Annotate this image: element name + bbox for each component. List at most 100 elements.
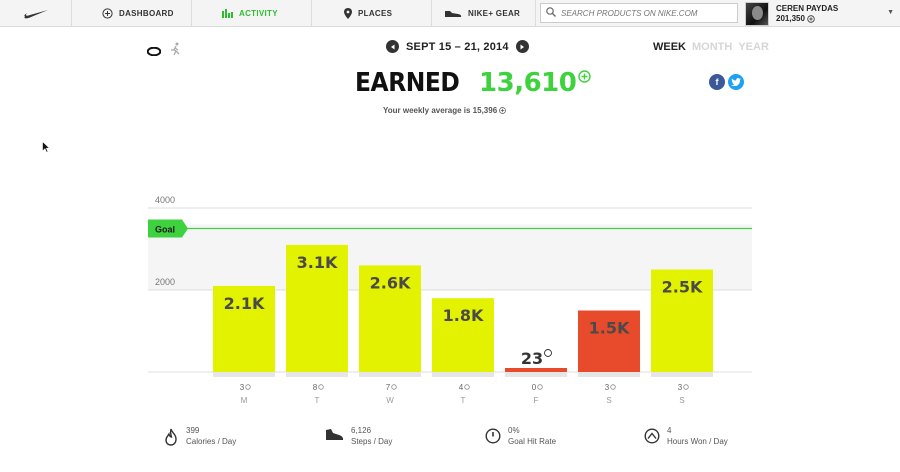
bar-shadow — [505, 372, 567, 377]
earned-value: 13,610 — [479, 68, 577, 98]
runner-icon — [171, 42, 180, 56]
earned-label: EARNED — [355, 68, 460, 98]
arrow-right-icon — [520, 44, 525, 49]
nav-places[interactable]: PLACES — [312, 0, 432, 27]
nav-activity[interactable]: ACTIVITY — [192, 0, 312, 27]
avatar[interactable] — [745, 1, 769, 26]
stat-value: 6,126 — [351, 426, 372, 435]
shoe-icon — [324, 428, 344, 447]
running-view-button[interactable] — [170, 42, 182, 61]
nav-dashboard[interactable]: DASHBOARD — [72, 0, 192, 27]
nav-gear[interactable]: NIKE+ GEAR — [432, 0, 536, 27]
bar-value-label: 23 — [521, 349, 543, 368]
stat-value: 399 — [186, 426, 200, 435]
bar-shadow — [651, 372, 713, 377]
fuel-plus-icon — [245, 384, 251, 390]
twitter-icon — [731, 78, 741, 86]
stats-row: 399 Calories / Day 6,126 Steps / Day 0% … — [0, 425, 900, 465]
social-share: f — [709, 74, 744, 90]
fuel-plus-icon — [464, 384, 470, 390]
bar-value-label: 1.5K — [589, 319, 630, 338]
stat-steps: 6,126 Steps / Day — [324, 425, 392, 447]
x-tick-label: S — [606, 396, 611, 405]
top-nav: DASHBOARD ACTIVITY PLACES NIKE+ GEAR CER… — [0, 0, 900, 27]
bar-value-label: 3.1K — [297, 253, 338, 272]
stat-goal-hit-rate: 0% Goal Hit Rate — [485, 425, 556, 449]
goal-label: Goal — [155, 225, 175, 235]
x-tick-label: W — [386, 396, 394, 405]
tab-month[interactable]: MONTH — [692, 41, 732, 53]
search-box[interactable] — [540, 3, 738, 23]
clock-icon — [485, 428, 501, 449]
flame-icon — [163, 428, 179, 451]
fuel-plus-icon — [544, 349, 552, 357]
bar-value-label: 2.6K — [370, 273, 411, 292]
bar-count-label: 7 — [386, 383, 391, 392]
stat-calories: 399 Calories / Day — [163, 425, 236, 451]
facebook-share-button[interactable]: f — [709, 74, 725, 90]
nav-gear-label: NIKE+ GEAR — [468, 9, 521, 18]
bar-value-label: 2.5K — [662, 278, 703, 297]
fuel-plus-icon — [683, 384, 689, 390]
bar-count-label: 8 — [313, 383, 318, 392]
view-toggle — [146, 42, 182, 61]
nav-places-label: PLACES — [358, 9, 393, 18]
user-points-row: 201,350 — [776, 14, 838, 24]
stat-hours-won: 4 Hours Won / Day — [644, 425, 728, 449]
date-range: SEPT 15 – 21, 2014 — [406, 40, 509, 53]
stat-value: 4 — [667, 426, 672, 435]
user-info: CEREN PAYDAS 201,350 — [776, 4, 838, 24]
tab-year[interactable]: YEAR — [738, 41, 769, 53]
date-navigator: SEPT 15 – 21, 2014 — [386, 40, 529, 53]
period-tabs: WEEK MONTH YEAR — [653, 41, 769, 53]
bar-shadow — [213, 372, 275, 377]
nike-logo[interactable] — [0, 0, 72, 27]
fuel-plus-icon — [391, 384, 397, 390]
plus-circle-icon — [102, 8, 113, 19]
user-menu[interactable]: CEREN PAYDAS 201,350 ▼ — [745, 0, 900, 27]
chart-bar — [505, 368, 567, 372]
x-tick-label: M — [241, 396, 248, 405]
fuel-plus-icon — [610, 384, 616, 390]
plus-circle-icon — [807, 14, 815, 23]
search-input[interactable] — [561, 8, 731, 18]
mouse-cursor-icon — [42, 141, 50, 153]
shoe-icon — [444, 10, 462, 18]
map-pin-icon — [344, 8, 352, 19]
twitter-share-button[interactable] — [728, 74, 744, 90]
bar-shadow — [359, 372, 421, 377]
fuel-plus-icon — [318, 384, 324, 390]
user-points: 201,350 — [776, 13, 805, 23]
user-name: CEREN PAYDAS — [776, 3, 839, 13]
arrow-left-icon — [390, 44, 394, 49]
bar-chart-icon — [222, 9, 233, 18]
bar-count-label: 0 — [532, 383, 537, 392]
x-tick-label: F — [534, 396, 539, 405]
fuel-plus-icon — [537, 384, 543, 390]
activity-bar-chart: 4000 2000 2.1K 3 M 3.1K 8 T 2.6K 7 W 1.8K 4 T 23 0 F 1.5K… — [148, 195, 752, 405]
nav-dashboard-label: DASHBOARD — [119, 9, 174, 18]
mountain-icon — [644, 428, 660, 449]
fuelband-view-button[interactable] — [146, 43, 162, 61]
stat-label: Calories / Day — [186, 437, 237, 446]
nav-activity-label: ACTIVITY — [239, 9, 278, 18]
weekly-average-text: Your weekly average is 15,396 — [383, 106, 498, 115]
stat-label: Steps / Day — [351, 437, 393, 446]
x-tick-label: T — [315, 396, 320, 405]
tab-week[interactable]: WEEK — [653, 41, 686, 53]
prev-week-button[interactable] — [386, 40, 399, 53]
chevron-down-icon[interactable]: ▼ — [887, 9, 894, 16]
x-tick-label: S — [679, 396, 684, 405]
bar-count-label: 3 — [240, 383, 245, 392]
nike-swoosh-icon — [23, 9, 48, 18]
x-tick-label: T — [461, 396, 466, 405]
bar-shadow — [432, 372, 494, 377]
bar-count-label: 3 — [678, 383, 683, 392]
stat-label: Hours Won / Day — [667, 437, 728, 446]
weekly-average: Your weekly average is 15,396 — [383, 106, 507, 115]
next-week-button[interactable] — [515, 40, 529, 53]
bar-value-label: 1.8K — [443, 306, 484, 325]
fuel-points-icon — [578, 70, 592, 96]
facebook-icon: f — [715, 77, 719, 87]
search-icon — [546, 4, 556, 22]
